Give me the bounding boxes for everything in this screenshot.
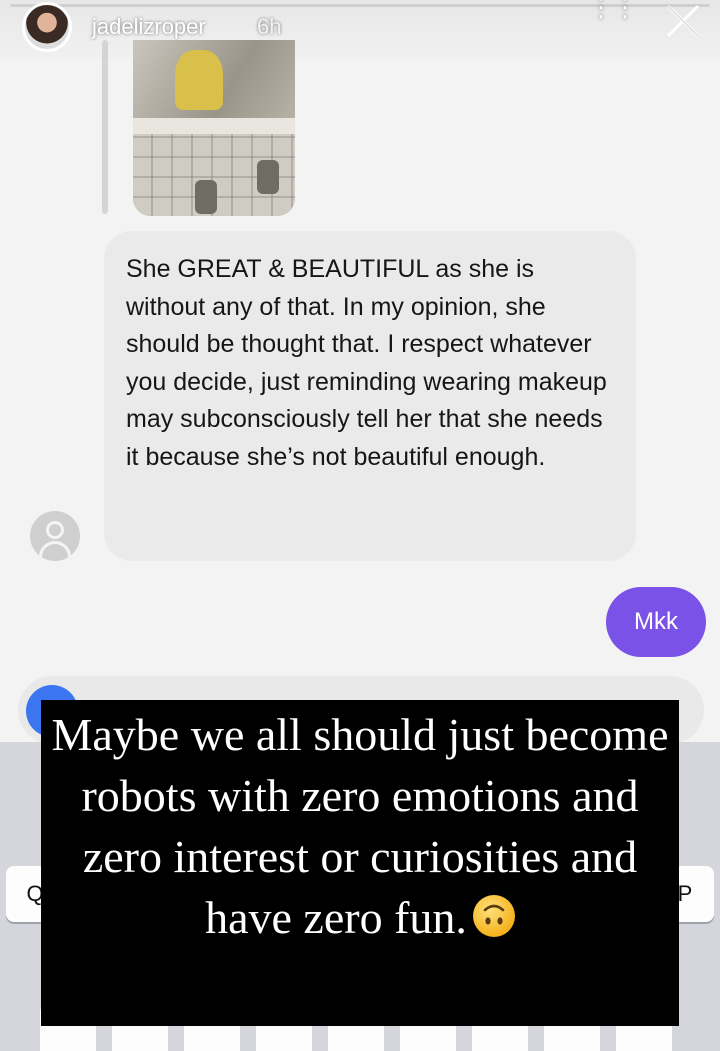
- story-timestamp: 6h: [257, 14, 282, 39]
- upside-down-face-icon: [472, 895, 515, 937]
- replied-story-photo[interactable]: [133, 40, 295, 216]
- photo-faucet: [257, 160, 279, 194]
- story-username[interactable]: jadelizroper: [92, 14, 206, 40]
- incoming-message-text: She GREAT & BEAUTIFUL as she is without …: [126, 255, 607, 471]
- avatar-head: [46, 521, 64, 539]
- key-p-label: P: [677, 881, 693, 906]
- outgoing-message-text: Mkk: [634, 608, 678, 635]
- outgoing-message-bubble[interactable]: Mkk: [606, 587, 706, 657]
- photo-counter: [133, 118, 295, 134]
- photo-faucet: [195, 180, 217, 214]
- avatar-shoulders: [39, 541, 71, 561]
- story-caption-overlay: Maybe we all should just become robots w…: [41, 700, 679, 1026]
- sender-avatar-placeholder[interactable]: [30, 511, 80, 561]
- reply-thread-line: [102, 40, 108, 214]
- caption-text: Maybe we all should just become robots w…: [51, 709, 669, 943]
- more-options-icon[interactable]: ⋮⋮: [588, 0, 638, 38]
- avatar-photo: [25, 5, 69, 49]
- close-icon[interactable]: [662, 0, 704, 42]
- photo-child: [175, 50, 223, 110]
- story-author-avatar[interactable]: [22, 2, 72, 52]
- incoming-message-bubble[interactable]: She GREAT & BEAUTIFUL as she is without …: [104, 231, 636, 561]
